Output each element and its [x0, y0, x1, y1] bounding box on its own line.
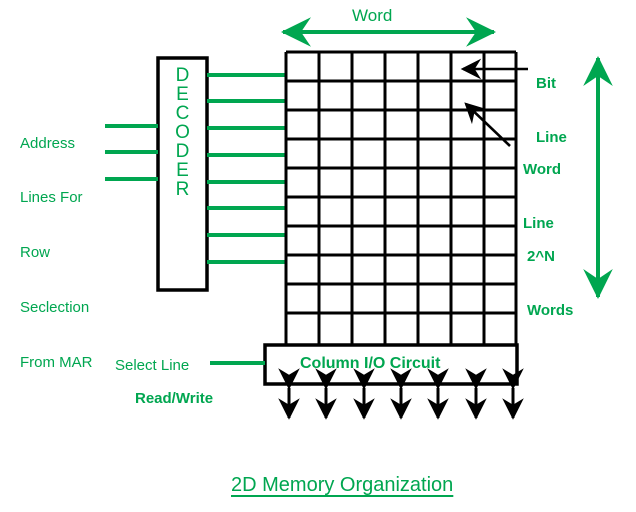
words-count-label: 2^N Words [527, 211, 573, 357]
address-label-line-3: Row [20, 244, 51, 262]
word-span-label: Word [352, 6, 393, 25]
address-label-line-2: Lines For [20, 189, 83, 207]
decoder-letter-3: C [175, 103, 190, 124]
word-line-label-line-1: Word [523, 160, 562, 178]
diagram-canvas: Word Address Lines For Row Seclection Fr… [0, 0, 636, 512]
words-count-line-1: 2^N [527, 247, 555, 265]
decoder-letter-7: R [175, 179, 190, 200]
address-label-line-4: Seclection [20, 299, 90, 317]
figure-title: 2D Memory Organization [231, 474, 454, 496]
decoder-label: D E C O D E R [158, 66, 207, 199]
column-io-label: Column I/O Circuit [300, 355, 441, 372]
read-write-label: Read/Write [135, 390, 214, 407]
memory-array-grid [284, 50, 518, 347]
address-label-line-1: Address [20, 134, 76, 152]
data-io-arrows [278, 368, 524, 420]
select-line-label: Select Line [115, 357, 190, 374]
decoder-letter-1: D [175, 65, 190, 86]
decoder-word-lines [207, 73, 286, 264]
decoder-letter-6: E [176, 160, 189, 181]
decoder-letter-5: D [175, 141, 190, 162]
decoder-letter-4: O [175, 122, 190, 143]
bit-line-label-line-1: Bit [536, 74, 556, 92]
decoder-letter-2: E [176, 84, 189, 105]
words-count-line-2: Words [527, 302, 574, 320]
